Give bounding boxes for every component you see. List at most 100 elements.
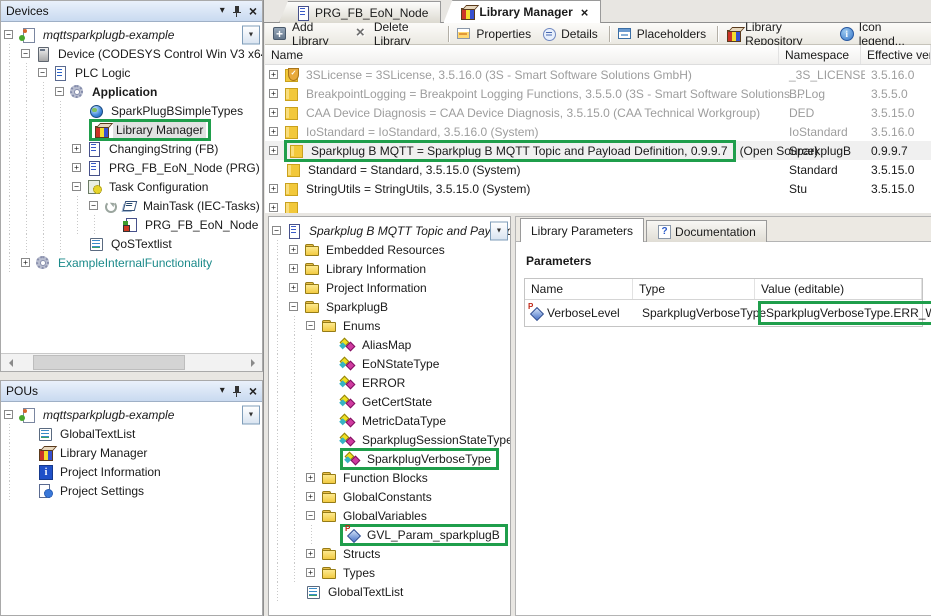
tree-item-aliasmap[interactable]: AliasMap bbox=[269, 335, 510, 354]
tree-item-mqttsparkplugb-example[interactable]: −mqttsparkplugb-example▼ bbox=[1, 25, 262, 44]
devices-hscrollbar[interactable] bbox=[1, 353, 262, 371]
tree-item-plc-logic[interactable]: −PLC Logic bbox=[1, 63, 262, 82]
tree-item-prg-fb-eon-node[interactable]: PRG_FB_EoN_Node bbox=[1, 215, 262, 234]
pin-icon[interactable] bbox=[232, 5, 242, 17]
details-button[interactable]: Details bbox=[538, 25, 605, 43]
scroll-thumb[interactable] bbox=[33, 355, 185, 370]
tree-item-library-manager[interactable]: Library Manager bbox=[1, 120, 262, 139]
tree-item-gvl-param-sparkplugb[interactable]: GVL_Param_sparkplugB bbox=[269, 525, 510, 544]
library-row-stringutils[interactable]: +StringUtils = StringUtils, 3.5.15.0 (Sy… bbox=[265, 179, 931, 198]
expand-toggle[interactable]: + bbox=[269, 127, 278, 136]
tree-item-task-configuration[interactable]: −Task Configuration bbox=[1, 177, 262, 196]
parameter-value-highlight[interactable]: SparkplugVerboseType.ERR_WRN bbox=[758, 301, 931, 325]
tree-item-sparkplugbsimpletypes[interactable]: SparkPlugBSimpleTypes bbox=[1, 101, 262, 120]
tree-item-project-information[interactable]: +Project Information bbox=[269, 278, 510, 297]
tree-item-project-information[interactable]: Project Information bbox=[1, 462, 262, 481]
expand-toggle[interactable]: + bbox=[306, 473, 315, 482]
tree-item-globalconstants[interactable]: +GlobalConstants bbox=[269, 487, 510, 506]
tree-item-globaltextlist[interactable]: GlobalTextList bbox=[269, 582, 510, 601]
collapse-toggle[interactable]: − bbox=[55, 87, 64, 96]
library-row-3slicense[interactable]: +3SLicense = 3SLicense, 3.5.16.0 (3S - S… bbox=[265, 65, 931, 84]
expand-toggle[interactable]: + bbox=[72, 163, 81, 172]
expand-toggle[interactable]: + bbox=[306, 568, 315, 577]
library-row-caa[interactable]: +CAA Device Diagnosis = CAA Device Diagn… bbox=[265, 103, 931, 122]
expand-toggle[interactable]: + bbox=[269, 203, 278, 212]
tree-item-metricdatatype[interactable]: MetricDataType bbox=[269, 411, 510, 430]
tree-item-library-manager[interactable]: Library Manager bbox=[1, 443, 262, 462]
close-icon[interactable]: × bbox=[249, 4, 257, 18]
panel-menu-icon[interactable]: ▾ bbox=[220, 386, 225, 396]
collapse-toggle[interactable]: − bbox=[306, 321, 315, 330]
tree-item-maintask-iec-tasks[interactable]: −MainTask (IEC-Tasks) bbox=[1, 196, 262, 215]
tree-item-sparkplugb[interactable]: −SparkplugB bbox=[269, 297, 510, 316]
tree-root-dropdown[interactable]: ▼ bbox=[242, 25, 260, 44]
tree-item-structs[interactable]: +Structs bbox=[269, 544, 510, 563]
expand-toggle[interactable]: + bbox=[289, 245, 298, 254]
expand-toggle[interactable]: + bbox=[72, 144, 81, 153]
tree-item-enums[interactable]: −Enums bbox=[269, 316, 510, 335]
collapse-toggle[interactable]: − bbox=[72, 182, 81, 191]
column-name[interactable]: Name bbox=[525, 279, 633, 299]
tree-item-qostextlist[interactable]: QoSTextlist bbox=[1, 234, 262, 253]
expand-toggle[interactable]: + bbox=[306, 492, 315, 501]
expand-toggle[interactable]: + bbox=[269, 70, 278, 79]
library-row-breakpointlogging[interactable]: +BreakpointLogging = Breakpoint Logging … bbox=[265, 84, 931, 103]
collapse-toggle[interactable]: − bbox=[306, 511, 315, 520]
tab-library-manager[interactable]: Library Manager × bbox=[443, 0, 601, 23]
column-value[interactable]: Value (editable) bbox=[755, 279, 922, 299]
library-row-standard[interactable]: Standard = Standard, 3.5.15.0 (System)St… bbox=[265, 160, 931, 179]
tree-item-sparkplugsessionstatetype[interactable]: SparkplugSessionStateType bbox=[269, 430, 510, 449]
tree-item-changingstring-fb[interactable]: +ChangingString (FB) bbox=[1, 139, 262, 158]
column-effective-version[interactable]: Effective version bbox=[861, 45, 931, 64]
expand-toggle[interactable]: + bbox=[306, 549, 315, 558]
panel-menu-icon[interactable]: ▾ bbox=[220, 6, 225, 16]
tree-item-exampleinternalfunctionality[interactable]: +ExampleInternalFunctionality bbox=[1, 253, 262, 272]
tree-item-globaltextlist[interactable]: GlobalTextList bbox=[1, 424, 262, 443]
library-root-dropdown[interactable]: ▼ bbox=[490, 221, 508, 240]
scroll-track[interactable] bbox=[18, 354, 245, 371]
placeholders-button[interactable]: Placeholders bbox=[614, 25, 713, 43]
tree-root-dropdown[interactable]: ▼ bbox=[242, 405, 260, 424]
library-row-sparkplug[interactable]: +Sparkplug B MQTT = Sparkplug B MQTT Top… bbox=[265, 141, 931, 160]
parameter-row[interactable]: VerboseLevel SparkplugVerboseType Sparkp… bbox=[525, 300, 922, 326]
collapse-toggle[interactable]: − bbox=[289, 302, 298, 311]
tree-item-types[interactable]: +Types bbox=[269, 563, 510, 582]
scroll-right-icon[interactable] bbox=[245, 355, 262, 371]
scroll-left-icon[interactable] bbox=[1, 355, 18, 371]
collapse-toggle[interactable]: − bbox=[21, 49, 30, 58]
library-root-row[interactable]: − Sparkplug B MQTT Topic and Payload ▼ bbox=[269, 221, 510, 240]
pin-icon[interactable] bbox=[232, 385, 242, 397]
expand-toggle[interactable]: + bbox=[289, 264, 298, 273]
tree-item-application[interactable]: −Application bbox=[1, 82, 262, 101]
library-row-iostandard[interactable]: +IoStandard = IoStandard, 3.5.16.0 (Syst… bbox=[265, 122, 931, 141]
tree-item-project-settings[interactable]: Project Settings bbox=[1, 481, 262, 500]
tree-item-getcertstate[interactable]: GetCertState bbox=[269, 392, 510, 411]
column-type[interactable]: Type bbox=[633, 279, 755, 299]
tree-item-prg-fb-eon-node-prg[interactable]: +PRG_FB_EoN_Node (PRG) bbox=[1, 158, 262, 177]
tree-item-function-blocks[interactable]: +Function Blocks bbox=[269, 468, 510, 487]
properties-button[interactable]: Properties bbox=[453, 25, 538, 43]
column-namespace[interactable]: Namespace bbox=[779, 45, 861, 64]
collapse-toggle[interactable]: − bbox=[38, 68, 47, 77]
column-name[interactable]: Name bbox=[265, 45, 779, 64]
library-row-partial[interactable]: + bbox=[265, 198, 931, 213]
expand-toggle[interactable]: + bbox=[269, 89, 278, 98]
tree-item-device-codesys-control-win-v3-x64[interactable]: −Device (CODESYS Control Win V3 x64) bbox=[1, 44, 262, 63]
expand-toggle[interactable]: + bbox=[21, 258, 30, 267]
tree-item-eonstatetype[interactable]: EoNStateType bbox=[269, 354, 510, 373]
expand-toggle[interactable]: + bbox=[289, 283, 298, 292]
tree-item-library-information[interactable]: +Library Information bbox=[269, 259, 510, 278]
close-icon[interactable]: × bbox=[249, 384, 257, 398]
tree-item-sparkplugverbosetype[interactable]: SparkplugVerboseType bbox=[269, 449, 510, 468]
expand-toggle[interactable]: + bbox=[269, 184, 278, 193]
tab-library-parameters[interactable]: Library Parameters bbox=[520, 218, 644, 242]
expand-toggle[interactable]: + bbox=[269, 108, 278, 117]
expand-toggle[interactable]: + bbox=[269, 146, 278, 155]
tree-item-embedded-resources[interactable]: +Embedded Resources bbox=[269, 240, 510, 259]
tab-documentation[interactable]: Documentation bbox=[646, 220, 767, 242]
tree-item-mqttsparkplugb-example[interactable]: −mqttsparkplugb-example▼ bbox=[1, 405, 262, 424]
collapse-toggle[interactable]: − bbox=[4, 410, 13, 419]
collapse-toggle[interactable]: − bbox=[272, 226, 281, 235]
collapse-toggle[interactable]: − bbox=[4, 30, 13, 39]
tree-item-globalvariables[interactable]: −GlobalVariables bbox=[269, 506, 510, 525]
